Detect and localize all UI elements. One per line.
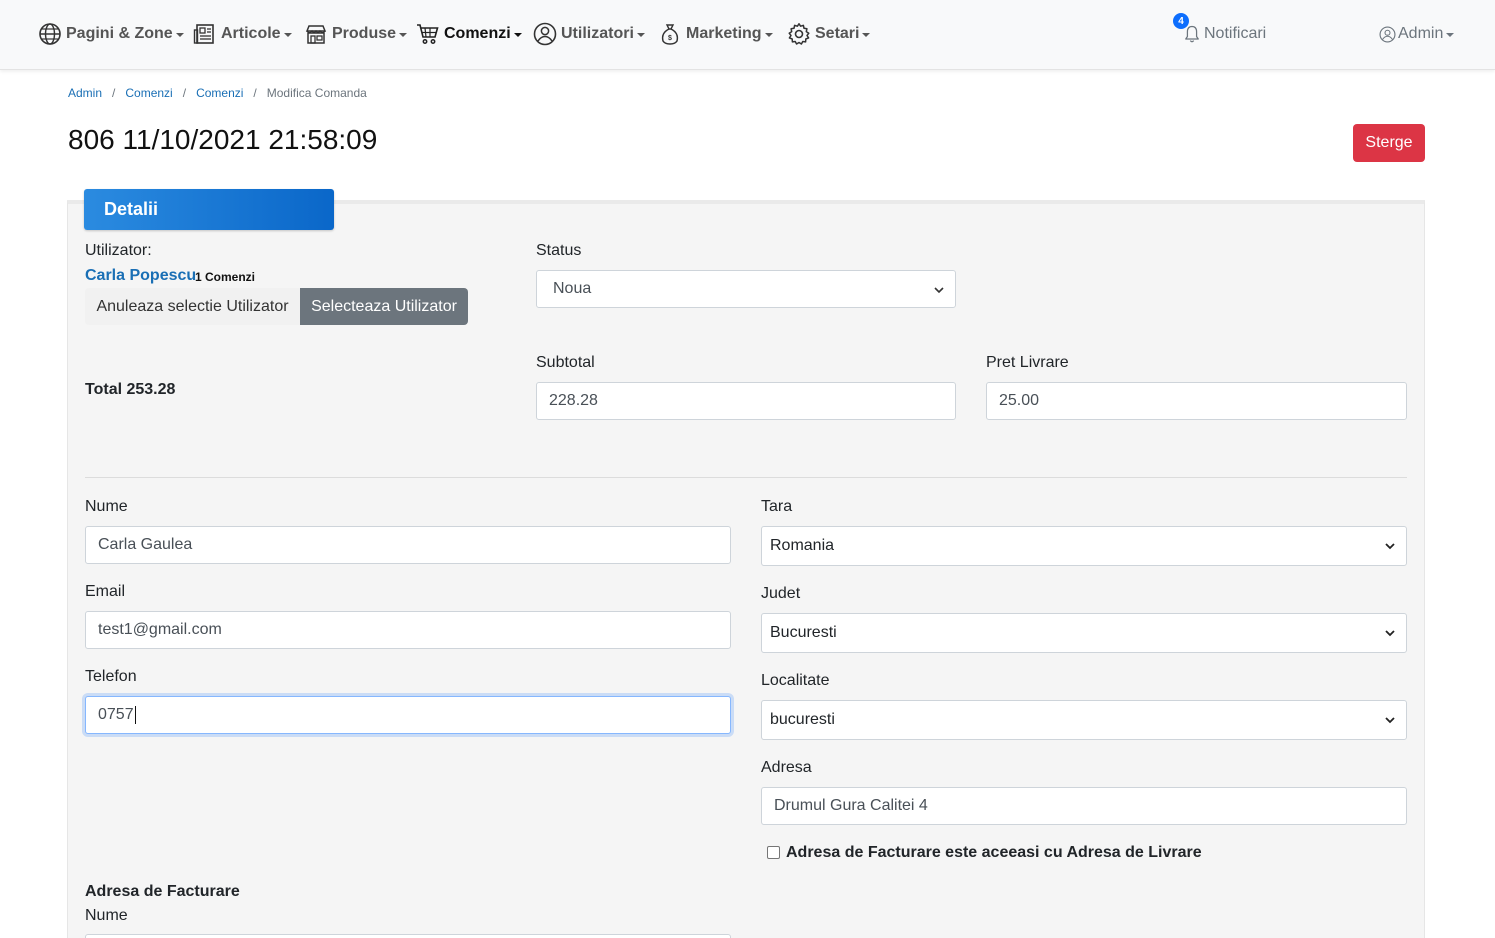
- notifications-menu[interactable]: 4 Notificari: [1173, 13, 1267, 48]
- nav-label: Setari: [815, 25, 860, 42]
- nav-item-articole[interactable]: Articole: [193, 20, 292, 48]
- notifications-label: Notificari: [1204, 25, 1267, 42]
- county-label: Judet: [761, 585, 801, 602]
- text-cursor: [134, 706, 136, 724]
- chevron-down-icon: [1385, 717, 1395, 724]
- country-label: Tara: [761, 498, 793, 515]
- nav-item-marketing[interactable]: $ Marketing: [658, 20, 773, 48]
- email-label: Email: [85, 583, 126, 600]
- billing-name-input[interactable]: [85, 934, 731, 938]
- order-total: Total 253.28: [85, 381, 176, 398]
- delete-button[interactable]: Sterge: [1353, 124, 1425, 162]
- breadcrumb-link-admin[interactable]: Admin: [68, 86, 102, 100]
- billing-name-label: Nume: [85, 907, 128, 924]
- caret-down-icon: [399, 33, 408, 37]
- caret-down-icon: [636, 33, 645, 37]
- city-select[interactable]: bucuresti: [761, 700, 1407, 740]
- nav-label: Marketing: [686, 25, 762, 42]
- nav-item-utilizatori[interactable]: Utilizatori: [533, 20, 645, 48]
- account-label: Admin: [1398, 25, 1444, 42]
- account-menu[interactable]: Admin: [1379, 20, 1455, 48]
- status-label: Status: [536, 242, 582, 259]
- nav-item-pagini-zone[interactable]: Pagini & Zone: [38, 20, 184, 48]
- caret-down-icon: [283, 33, 292, 37]
- chevron-down-icon: [1385, 543, 1395, 550]
- email-input[interactable]: test1@gmail.com: [85, 611, 731, 649]
- nav-label: Articole: [221, 25, 281, 42]
- country-selected-value: Romania: [770, 537, 835, 554]
- nav-item-setari[interactable]: Setari: [787, 20, 871, 48]
- nav-item-produse[interactable]: Produse: [304, 20, 408, 48]
- same-billing-address-label: Adresa de Facturare este aceeasi cu Adre…: [786, 844, 1202, 861]
- subtotal-input[interactable]: 228.28: [536, 382, 956, 420]
- county-selected-value: Bucuresti: [770, 624, 837, 641]
- nav-label: Pagini & Zone: [66, 25, 173, 42]
- globe-icon: [39, 23, 61, 45]
- nav-item-comenzi[interactable]: Comenzi: [416, 20, 522, 48]
- clear-user-selection-button[interactable]: Anuleaza selectie Utilizator: [85, 288, 300, 325]
- address-label: Adresa: [761, 759, 812, 776]
- user-circle-icon: [533, 22, 557, 46]
- city-selected-value: bucuresti: [770, 711, 835, 728]
- select-user-button[interactable]: Selecteaza Utilizator: [300, 288, 468, 325]
- nav-label: Utilizatori: [561, 25, 634, 42]
- breadcrumb-link-comenzi-list[interactable]: Comenzi: [196, 86, 243, 100]
- svg-text:$: $: [668, 35, 672, 42]
- city-label: Localitate: [761, 672, 830, 689]
- status-selected-value: Noua: [553, 280, 592, 297]
- phone-label: Telefon: [85, 668, 137, 685]
- breadcrumb-separator: /: [112, 86, 116, 100]
- chevron-down-icon: [934, 287, 944, 294]
- breadcrumb-current: Modifica Comanda: [266, 86, 367, 100]
- name-label: Nume: [85, 498, 128, 515]
- user-circle-icon: [1379, 25, 1396, 43]
- phone-input[interactable]: 0757: [85, 696, 731, 734]
- nav-label: Produse: [332, 25, 397, 42]
- billing-address-heading: Adresa de Facturare: [85, 883, 240, 900]
- user-field-label: Utilizator:: [85, 242, 152, 259]
- user-orders-count: 1 Comenzi: [195, 270, 256, 284]
- shipping-price-label: Pret Livrare: [986, 354, 1069, 371]
- caret-down-icon: [862, 33, 871, 37]
- subtotal-label: Subtotal: [536, 354, 595, 371]
- breadcrumb-separator: /: [182, 86, 187, 100]
- top-navbar: Pagini & Zone Articole Produse Comenzi U…: [0, 0, 1495, 70]
- county-select[interactable]: Bucuresti: [761, 613, 1407, 653]
- chevron-down-icon: [1385, 630, 1395, 637]
- nav-label: Comenzi: [444, 25, 511, 42]
- phone-input-value: 0757: [98, 706, 134, 723]
- shop-icon: [305, 25, 327, 44]
- same-billing-address-checkbox[interactable]: [767, 846, 780, 859]
- newspaper-icon: [193, 24, 214, 44]
- caret-down-icon: [175, 33, 184, 37]
- money-bag-icon: $: [661, 24, 679, 45]
- status-select[interactable]: Noua: [536, 270, 956, 308]
- caret-down-icon: [513, 33, 522, 37]
- breadcrumb-separator: /: [253, 86, 257, 100]
- breadcrumb-link-comenzi[interactable]: Comenzi: [125, 86, 172, 100]
- notifications-count-badge: 4: [1173, 13, 1189, 29]
- country-select[interactable]: Romania: [761, 526, 1407, 566]
- tab-detalii[interactable]: Detalii: [84, 189, 334, 230]
- caret-down-icon: [1446, 33, 1455, 37]
- shipping-price-input[interactable]: 25.00: [986, 382, 1407, 420]
- page-title: 806 11/10/2021 21:58:09: [68, 124, 378, 155]
- caret-down-icon: [764, 33, 773, 37]
- gear-icon: [788, 23, 810, 45]
- address-input[interactable]: Drumul Gura Calitei 4: [761, 787, 1407, 825]
- selected-user-link[interactable]: Carla Popescu: [85, 267, 196, 285]
- name-input[interactable]: Carla Gaulea: [85, 526, 731, 564]
- section-divider: [85, 477, 1407, 478]
- cart-icon: [417, 24, 439, 44]
- breadcrumb: Admin / Comenzi / Comenzi / Modifica Com…: [68, 85, 367, 101]
